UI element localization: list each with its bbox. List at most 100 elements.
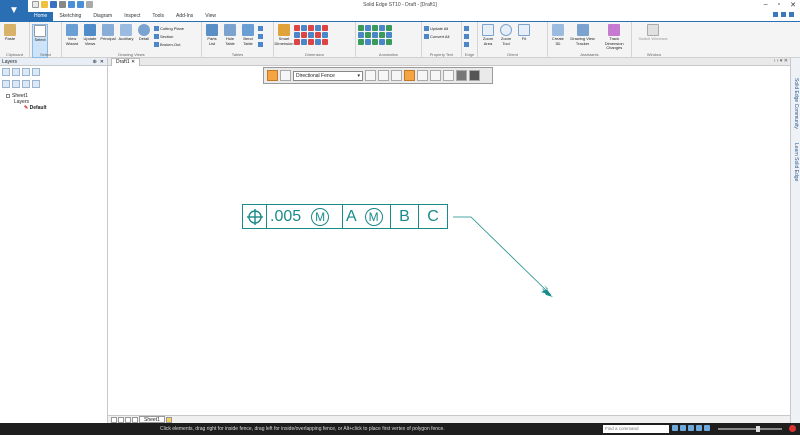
zoom-icon[interactable]: [680, 425, 686, 431]
command-finder-input[interactable]: [603, 425, 669, 433]
dimension-tool-icon[interactable]: [301, 32, 307, 38]
tab-tools[interactable]: Tools: [146, 12, 170, 21]
dimension-tool-icon[interactable]: [301, 25, 307, 31]
annotation-tool-icon[interactable]: [372, 39, 378, 45]
dimension-tool-icon[interactable]: [294, 25, 300, 31]
dimension-tool-icon[interactable]: [308, 32, 314, 38]
edge-tool-1[interactable]: [464, 25, 469, 32]
annotation-tool-icon[interactable]: [379, 25, 385, 31]
annotation-tool-icon[interactable]: [386, 39, 392, 45]
minimize-icon[interactable]: –: [764, 1, 768, 9]
next-sheet-icon[interactable]: [125, 416, 131, 423]
feature-control-frame[interactable]: .005 M A M B C: [242, 204, 448, 229]
options-icon[interactable]: [781, 12, 786, 17]
broken-out-button[interactable]: Broken-Out: [154, 41, 184, 48]
grid-icon[interactable]: [704, 425, 710, 431]
zoom-slider[interactable]: [718, 426, 782, 432]
move-layer-icon[interactable]: [22, 80, 30, 88]
accept-icon[interactable]: [456, 70, 467, 81]
tab-view[interactable]: View: [199, 12, 222, 21]
filter-icon[interactable]: [417, 70, 428, 81]
first-sheet-icon[interactable]: [111, 416, 117, 423]
dimension-tool-icon[interactable]: [322, 25, 328, 31]
dimension-tool-icon[interactable]: [294, 32, 300, 38]
close-panel-icon[interactable]: ✕: [100, 59, 104, 65]
close-icon[interactable]: ✕: [790, 1, 796, 9]
tree-item-default[interactable]: ✎ Default: [6, 105, 101, 111]
cutting-plane-button[interactable]: Cutting Plane: [154, 25, 184, 32]
dimension-tool-icon[interactable]: [308, 25, 314, 31]
annotation-tool-icon[interactable]: [379, 32, 385, 38]
dimension-tool-icon[interactable]: [315, 32, 321, 38]
zoom-area-icon[interactable]: [696, 425, 702, 431]
annotation-tool-icon[interactable]: [365, 25, 371, 31]
annotation-tool-icon[interactable]: [372, 25, 378, 31]
dimension-tool-icon[interactable]: [301, 39, 307, 45]
annotation-tool-icon[interactable]: [358, 32, 364, 38]
annotation-tool-icon[interactable]: [372, 32, 378, 38]
sheet-tab-sheet1[interactable]: Sheet1: [139, 416, 165, 423]
last-sheet-icon[interactable]: [132, 416, 138, 423]
options-icon[interactable]: [280, 70, 291, 81]
document-tab-controls[interactable]: ‹ › ▾ ✕: [774, 58, 788, 64]
stop-icon[interactable]: [789, 425, 796, 432]
dimension-tool-icon[interactable]: [315, 25, 321, 31]
tab-sketching[interactable]: Sketching: [53, 12, 87, 21]
dimension-tool-icon[interactable]: [322, 39, 328, 45]
add-sheet-icon[interactable]: [165, 416, 172, 423]
prev-sheet-icon[interactable]: [118, 416, 124, 423]
layers-tab-icon[interactable]: [2, 68, 10, 76]
community-tab[interactable]: Solid Edge Community: [793, 78, 799, 129]
arrow-right-icon[interactable]: [443, 70, 454, 81]
annotation-tool-icon[interactable]: [386, 32, 392, 38]
annotation-tool-icon[interactable]: [365, 32, 371, 38]
table-tool-1[interactable]: [258, 25, 263, 32]
document-tab-draft1[interactable]: Draft1 ✕: [111, 58, 141, 66]
dimension-tool-icon[interactable]: [294, 39, 300, 45]
symbols-tab-icon[interactable]: [22, 68, 30, 76]
table-tool-2[interactable]: [258, 33, 263, 40]
filter-icon[interactable]: [378, 70, 389, 81]
help-icon[interactable]: [773, 12, 778, 17]
annotation-tool-icon[interactable]: [358, 39, 364, 45]
application-menu-button[interactable]: ▼: [0, 0, 28, 21]
update-all-button[interactable]: Update All: [424, 25, 449, 32]
annotation-tool-icon[interactable]: [379, 39, 385, 45]
expand-icon[interactable]: [6, 93, 10, 98]
section-button[interactable]: Section: [154, 33, 184, 40]
drawing-canvas[interactable]: [108, 66, 790, 415]
tab-inspect[interactable]: Inspect: [118, 12, 146, 21]
cancel-icon[interactable]: [469, 70, 480, 81]
maximize-icon[interactable]: ▫: [778, 1, 780, 9]
delete-layer-icon[interactable]: [12, 80, 20, 88]
filter-icon[interactable]: [391, 70, 402, 81]
annotation-tool-icon[interactable]: [365, 39, 371, 45]
table-tool-3[interactable]: [258, 41, 263, 48]
dimension-tool-icon[interactable]: [308, 39, 314, 45]
help-tab-icon[interactable]: [32, 68, 40, 76]
tab-home[interactable]: Home: [28, 12, 54, 21]
tab-add-ins[interactable]: Add-Ins: [170, 12, 199, 21]
dimension-tool-icon[interactable]: [315, 39, 321, 45]
arrow-left-icon[interactable]: [430, 70, 441, 81]
library-tab-icon[interactable]: [12, 68, 20, 76]
tab-diagram[interactable]: Diagram: [87, 12, 118, 21]
edge-tool-2[interactable]: [464, 33, 469, 40]
fence-option-dropdown[interactable]: Directional Fence: [293, 70, 363, 81]
select-tool-icon[interactable]: [267, 70, 278, 81]
close-tab-icon[interactable]: ✕: [131, 59, 135, 65]
learn-tab[interactable]: Learn Solid Edge: [793, 143, 799, 181]
dimension-tool-icon[interactable]: [322, 32, 328, 38]
fit-view-icon[interactable]: [672, 425, 678, 431]
new-layer-icon[interactable]: [2, 80, 10, 88]
filter-icon[interactable]: [365, 70, 376, 81]
convert-all-button[interactable]: Convert All: [424, 33, 449, 40]
ribbon-minimize-icon[interactable]: [789, 12, 794, 17]
filter-icon[interactable]: [404, 70, 415, 81]
pin-icon[interactable]: ⊕: [93, 59, 97, 65]
edge-tool-3[interactable]: [464, 41, 469, 48]
annotation-tool-icon[interactable]: [386, 25, 392, 31]
layer-props-icon[interactable]: [32, 80, 40, 88]
annotation-tool-icon[interactable]: [358, 25, 364, 31]
pan-icon[interactable]: [688, 425, 694, 431]
